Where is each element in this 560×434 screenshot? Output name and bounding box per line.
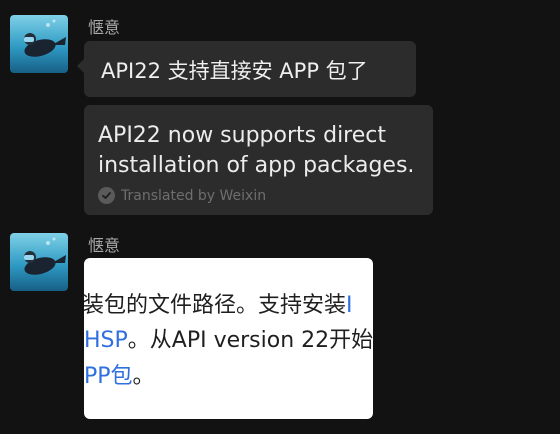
image-text-line-1-main: 装包的文件路径。支持安装 xyxy=(84,293,347,318)
translation-credit: Translated by Weixin xyxy=(98,187,266,204)
sender-name: 惬意 xyxy=(88,236,121,255)
translation-bubble[interactable]: API22 now supports direct installation o… xyxy=(84,105,433,215)
translation-line-1: API22 now supports direct xyxy=(98,123,386,148)
translation-line-2: installation of app packages. xyxy=(98,153,415,178)
translation-text: API22 now supports direct installation o… xyxy=(98,121,418,181)
image-text-line-1-tail: I xyxy=(346,293,353,318)
image-text-line-2-link: HSP xyxy=(84,328,128,353)
sender-name: 惬意 xyxy=(88,18,121,37)
image-text-line-1: 装包的文件路径。支持安装I xyxy=(84,293,353,319)
image-text-line-3: PP包。 xyxy=(84,364,155,390)
avatar[interactable] xyxy=(10,15,68,73)
image-text-line-2-main: 。从API version 22开始 xyxy=(127,328,373,353)
image-message[interactable]: 装包的文件路径。支持安装I HSP。从API version 22开始 PP包。 xyxy=(84,258,373,419)
bubble-tail xyxy=(77,59,84,73)
translation-credit-label: Translated by Weixin xyxy=(121,187,267,204)
image-text-line-2: HSP。从API version 22开始 xyxy=(84,328,373,354)
message-bubble[interactable]: API22 支持直接安 APP 包了 xyxy=(77,41,416,97)
image-text-line-3-main: 。 xyxy=(132,364,155,389)
avatar[interactable] xyxy=(10,233,68,291)
message-text: API22 支持直接安 APP 包了 xyxy=(101,59,368,83)
image-text-line-3-link: PP包 xyxy=(84,364,133,389)
check-circle-icon xyxy=(98,187,115,204)
